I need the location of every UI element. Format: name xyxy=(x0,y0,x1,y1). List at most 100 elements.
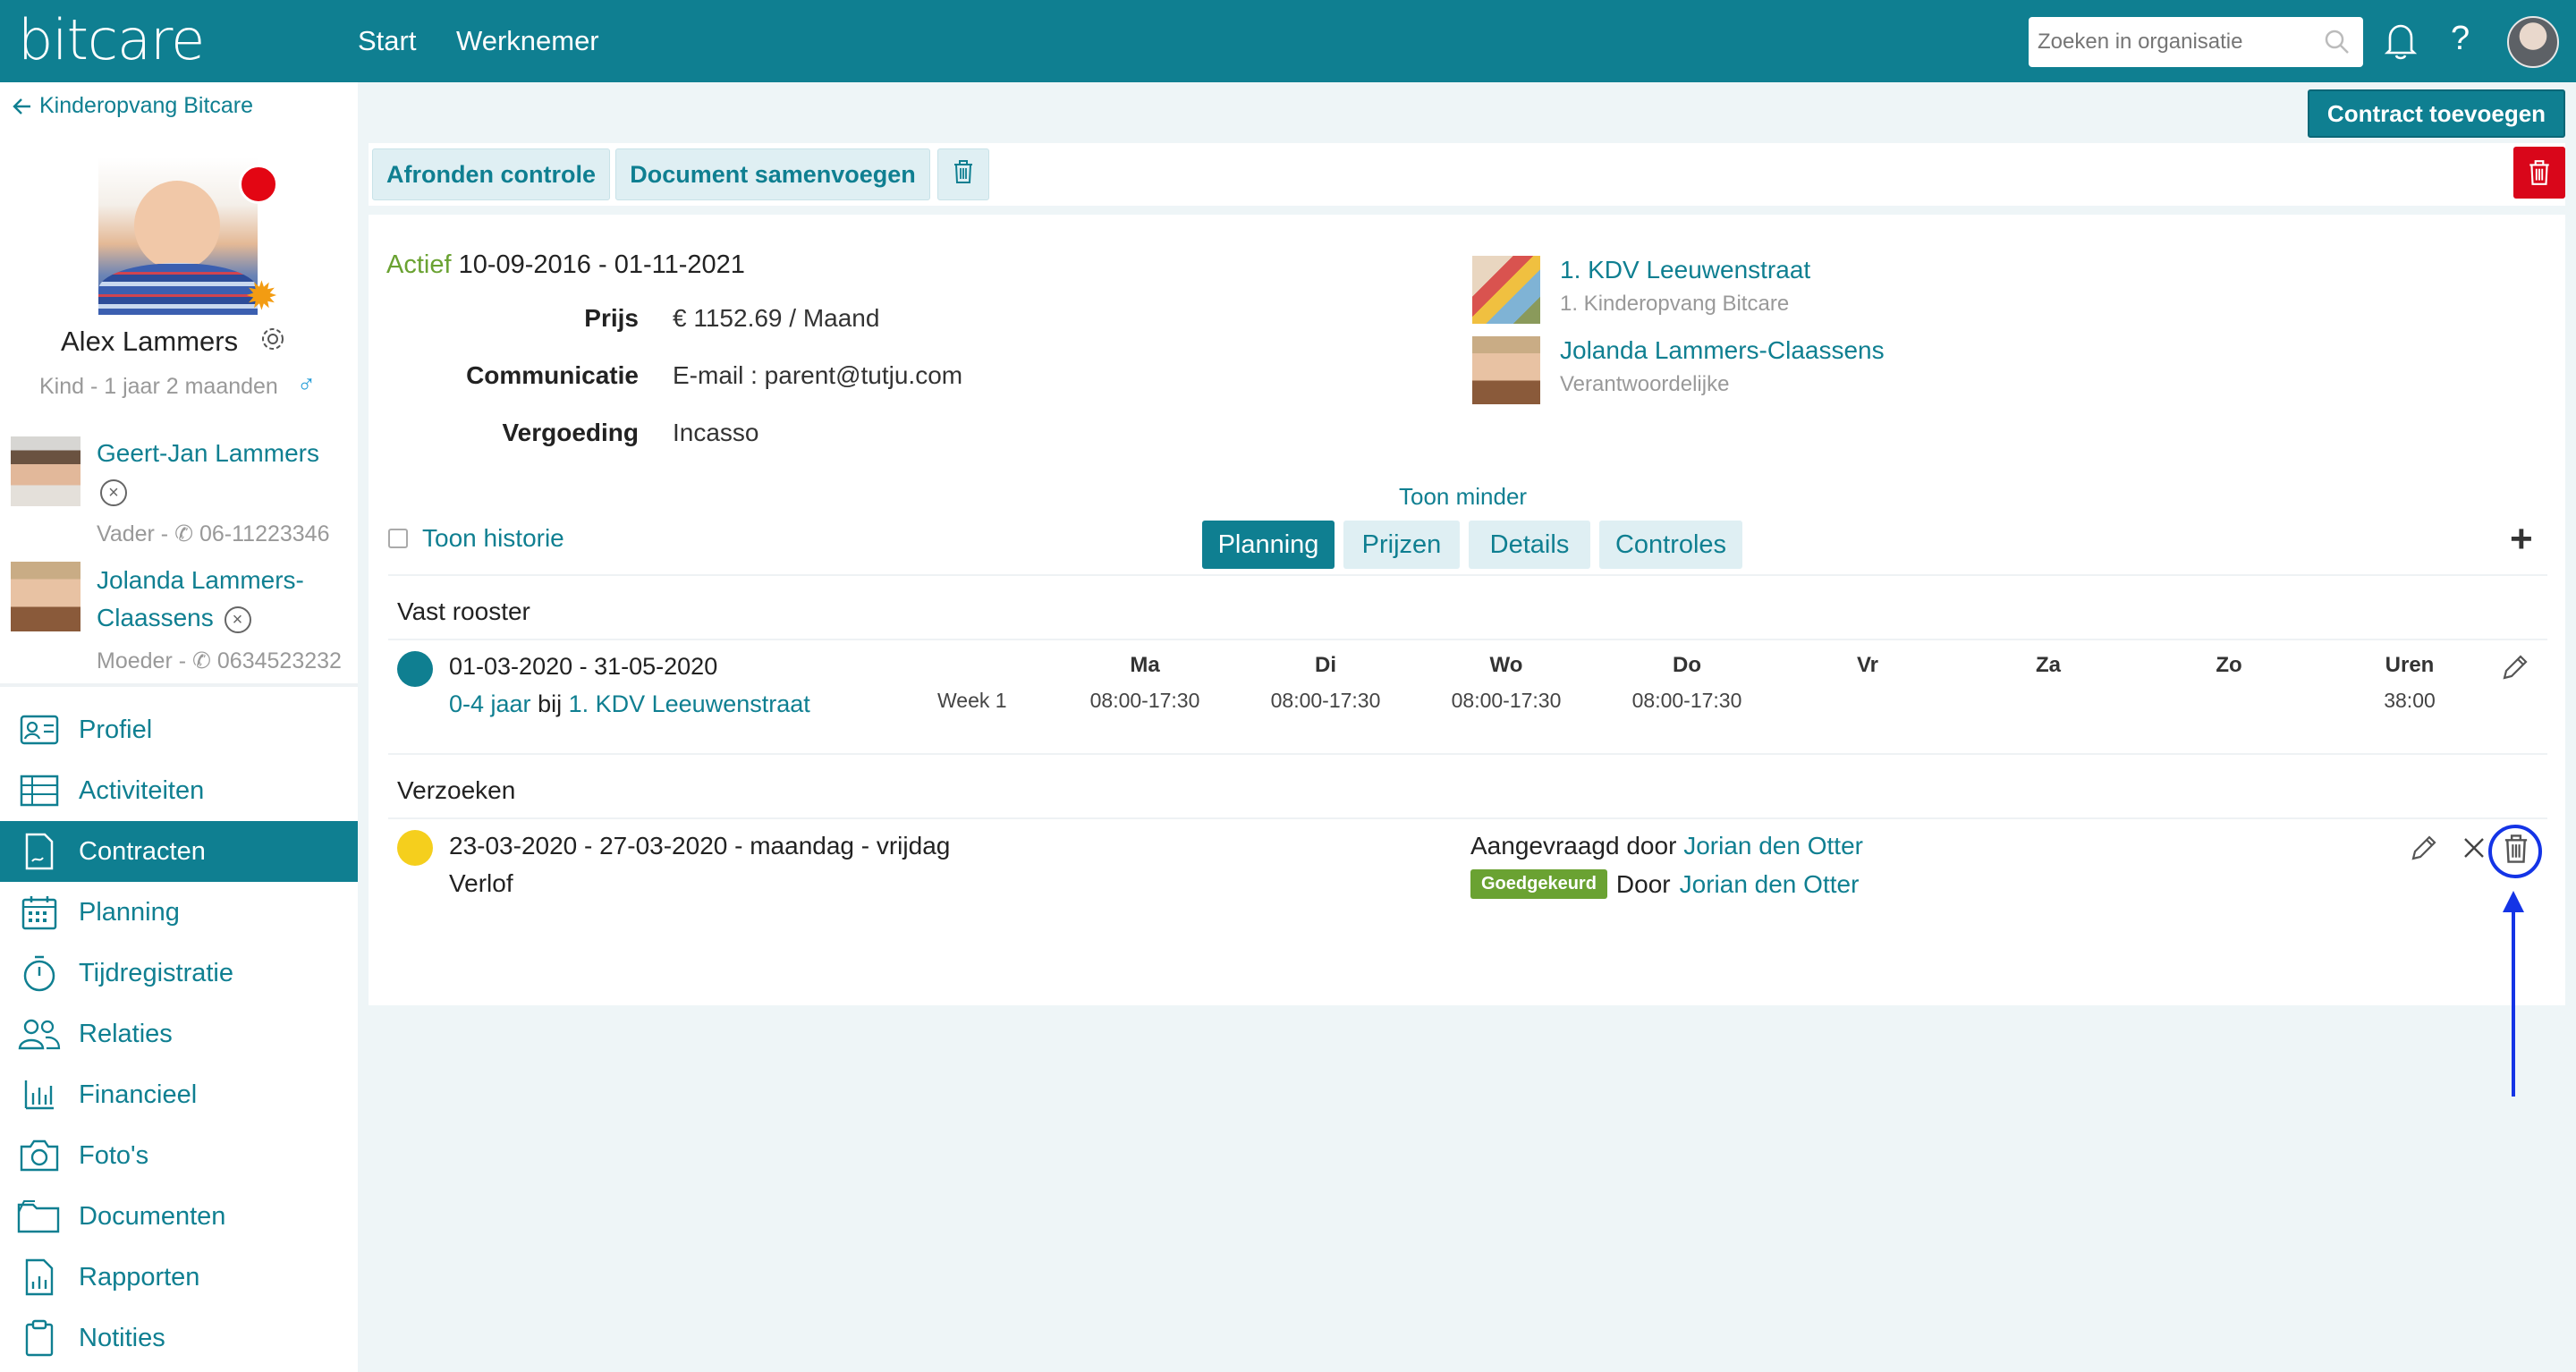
sidebar-item-label: Contracten xyxy=(79,836,206,866)
arrow-left-icon xyxy=(13,97,30,114)
phone-icon: ✆ xyxy=(174,521,194,546)
communication-value: E-mail : parent@tutju.com xyxy=(673,361,963,389)
responsible-link[interactable]: Jolanda Lammers-Claassens xyxy=(1560,336,1885,365)
sidebar-item-relaties[interactable]: Relaties xyxy=(0,1004,358,1064)
sidebar-item-contracten[interactable]: Contracten xyxy=(0,821,358,882)
bitcare-logo[interactable]: bitcare xyxy=(18,7,205,72)
schedule-title: Vast rooster xyxy=(397,597,530,625)
tab-planning[interactable]: Planning xyxy=(1202,521,1335,569)
delete-selection-button[interactable] xyxy=(937,148,989,200)
close-icon[interactable] xyxy=(2462,835,2487,865)
bell-icon[interactable] xyxy=(2383,21,2419,65)
contract-toolbar: Afronden controle Document samenvoegen xyxy=(369,143,2565,206)
sidebar-item-fotos[interactable]: Foto's xyxy=(0,1125,358,1186)
schedule-period: 01-03-2020 - 31-05-2020 xyxy=(449,653,718,680)
request-status-dot xyxy=(397,830,433,866)
sidebar-item-rapporten[interactable]: Rapporten xyxy=(0,1247,358,1308)
child-subtitle: Kind - 1 jaar 2 maanden xyxy=(39,374,278,399)
sidebar-item-documenten[interactable]: Documenten xyxy=(0,1186,358,1247)
day-header-do: Do xyxy=(1673,653,1701,677)
sidebar-item-activiteiten[interactable]: Activiteiten xyxy=(0,760,358,821)
tab-controles[interactable]: Controles xyxy=(1599,521,1742,569)
divider xyxy=(388,817,2547,819)
hours-value: 38:00 xyxy=(2384,689,2436,712)
age-group-link[interactable]: 0-4 jaar xyxy=(449,690,531,717)
user-avatar[interactable] xyxy=(2507,16,2559,68)
remove-relation-icon[interactable]: × xyxy=(224,606,251,633)
show-history-toggle[interactable]: Toon historie xyxy=(388,524,564,553)
merge-document-button[interactable]: Document samenvoegen xyxy=(615,148,930,200)
tab-details[interactable]: Details xyxy=(1469,521,1590,569)
folder-icon xyxy=(0,1199,79,1233)
contract-card: Actief 10-09-2016 - 01-11-2021 Prijs € 1… xyxy=(369,215,2565,1005)
sidebar-item-profiel[interactable]: Profiel xyxy=(0,699,358,760)
gear-icon[interactable] xyxy=(259,326,286,357)
relation-name-cont[interactable]: Claassens xyxy=(97,604,214,631)
sidebar-item-label: Notities xyxy=(79,1323,165,1352)
compensation-label: Vergoeding xyxy=(502,419,639,446)
add-contract-button[interactable]: Contract toevoegen xyxy=(2308,89,2565,138)
requested-by-link[interactable]: Jorian den Otter xyxy=(1683,832,1863,860)
relation-phone: 0634523232 xyxy=(216,648,342,673)
price-value: € 1152.69 / Maand xyxy=(673,304,880,332)
relation-name[interactable]: Geert-Jan Lammers xyxy=(97,439,319,467)
delete-contract-button[interactable] xyxy=(2513,147,2565,199)
child-name: Alex Lammers xyxy=(61,326,239,357)
divider xyxy=(388,639,2547,640)
search-icon[interactable] xyxy=(2324,29,2351,60)
nav-start[interactable]: Start xyxy=(358,25,416,57)
sidebar-item-tijdregistratie[interactable]: Tijdregistratie xyxy=(0,943,358,1004)
day-time-di: 08:00-17:30 xyxy=(1270,689,1381,712)
help-icon[interactable]: ? xyxy=(2451,20,2470,58)
show-history-label: Toon historie xyxy=(422,524,564,552)
sidebar-item-notities[interactable]: Notities xyxy=(0,1308,358,1368)
nav-werknemer[interactable]: Werknemer xyxy=(456,25,599,57)
responsible-photo[interactable] xyxy=(1472,336,1540,404)
trash-icon xyxy=(954,159,972,183)
location-photo[interactable] xyxy=(1472,256,1540,324)
day-header-vr: Vr xyxy=(1856,653,1879,677)
contract-period: 10-09-2016 - 01-11-2021 xyxy=(458,250,745,279)
price-label: Prijs xyxy=(584,304,639,332)
divider xyxy=(0,683,358,687)
table-icon xyxy=(0,775,79,807)
schedule-location-link[interactable]: 1. KDV Leeuwenstraat xyxy=(569,690,810,717)
add-icon[interactable]: + xyxy=(2510,517,2533,562)
show-history-checkbox[interactable] xyxy=(388,529,408,548)
toggle-less-link[interactable]: Toon minder xyxy=(1399,483,1527,511)
divider xyxy=(388,753,2547,755)
location-org: 1. Kinderopvang Bitcare xyxy=(1560,292,1790,316)
back-link[interactable]: Kinderopvang Bitcare xyxy=(13,93,253,119)
edit-schedule-pencil-icon[interactable] xyxy=(2499,653,2529,688)
requested-by-label: Aangevraagd door xyxy=(1470,832,1677,860)
search-input[interactable] xyxy=(2029,17,2315,67)
approved-by-link[interactable]: Jorian den Otter xyxy=(1680,870,1860,899)
sidebar-item-financieel[interactable]: Financieel xyxy=(0,1064,358,1125)
compensation-value: Incasso xyxy=(673,419,759,446)
day-time-ma: 08:00-17:30 xyxy=(1089,689,1200,712)
hours-header: Uren xyxy=(2385,653,2435,677)
people-icon xyxy=(0,1018,79,1050)
sidebar-item-label: Documenten xyxy=(79,1201,226,1231)
relation-name[interactable]: Jolanda Lammers- xyxy=(97,566,304,594)
relation-phone: 06-11223346 xyxy=(199,521,330,546)
location-link[interactable]: 1. KDV Leeuwenstraat xyxy=(1560,256,1810,284)
calendar-icon xyxy=(0,894,79,930)
remove-relation-icon[interactable]: × xyxy=(100,479,127,506)
sidebar-item-planning[interactable]: Planning xyxy=(0,882,358,943)
relation-avatar[interactable] xyxy=(11,436,80,506)
trash-icon xyxy=(2529,160,2549,185)
week-label: Week 1 xyxy=(937,689,1007,712)
status-dot xyxy=(239,165,278,204)
profile-card-icon xyxy=(0,715,79,745)
edit-request-pencil-icon[interactable] xyxy=(2408,834,2438,868)
sidebar-item-label: Rapporten xyxy=(79,1262,200,1292)
child-photo[interactable] xyxy=(98,157,258,315)
finish-check-button[interactable]: Afronden controle xyxy=(372,148,610,200)
tab-prijzen[interactable]: Prijzen xyxy=(1343,521,1460,569)
clipboard-icon xyxy=(0,1319,79,1357)
sidebar-item-label: Relaties xyxy=(79,1019,173,1048)
report-icon xyxy=(0,1258,79,1296)
communication-label: Communicatie xyxy=(466,361,639,389)
relation-avatar[interactable] xyxy=(11,562,80,631)
